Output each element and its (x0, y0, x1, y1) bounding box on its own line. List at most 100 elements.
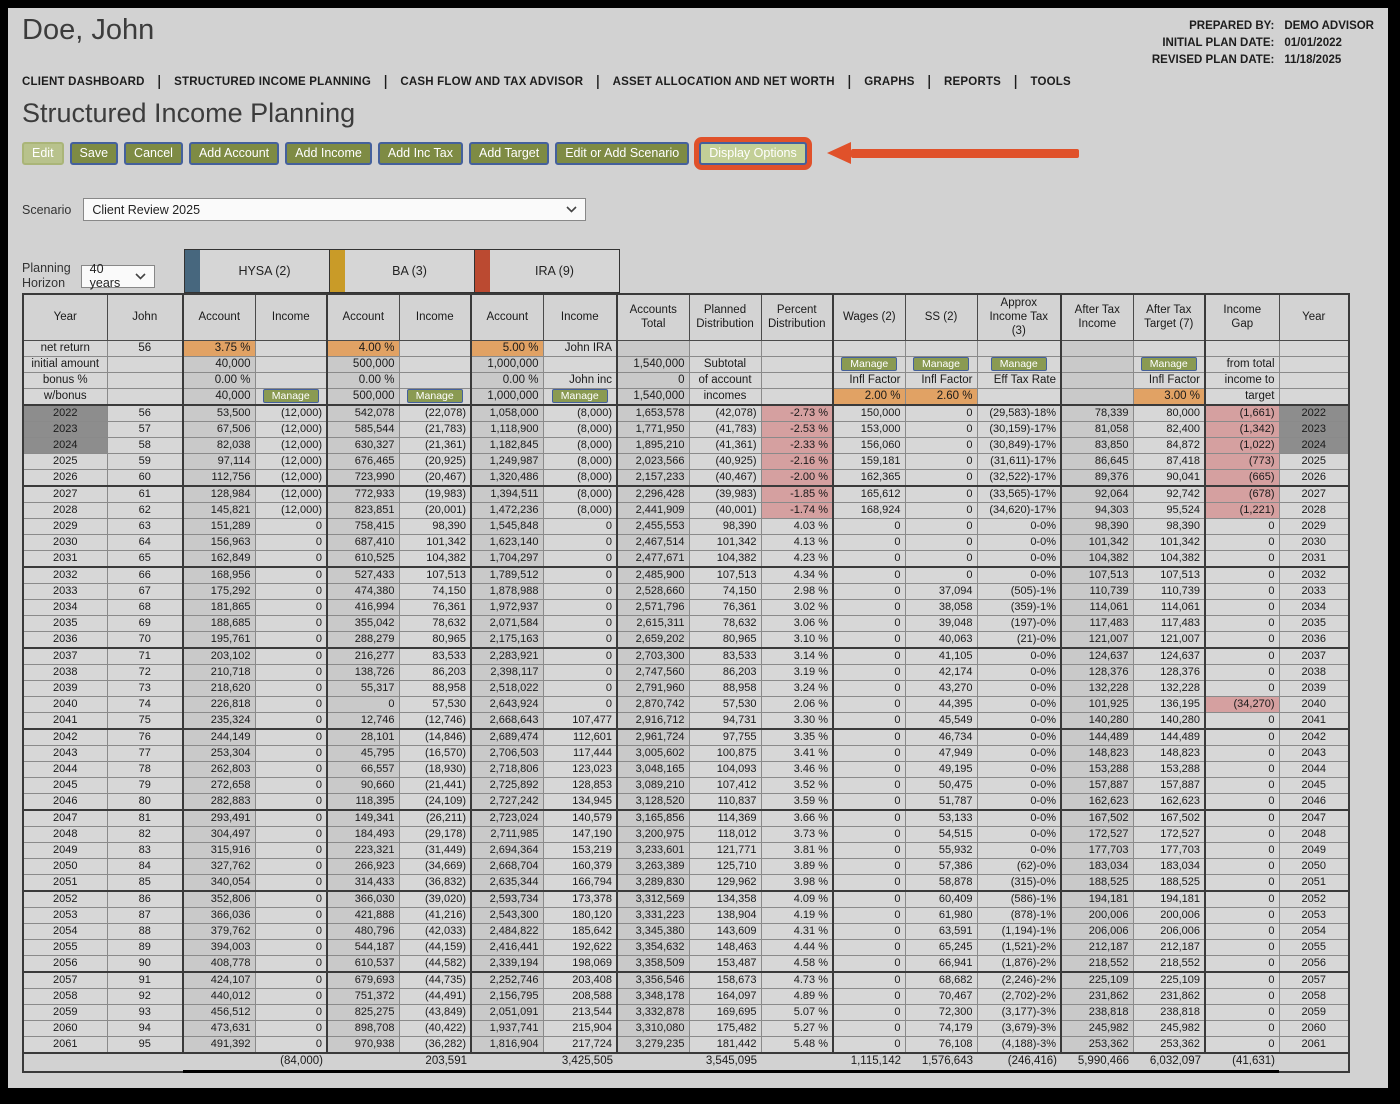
cell: 147,190 (542, 825, 618, 843)
cell: 206,006 (1060, 922, 1134, 940)
cell: 0 (832, 857, 906, 875)
cell: (39,020) (398, 890, 472, 908)
total-cell: 3,425,505 (543, 1051, 617, 1073)
cell: 0 (542, 630, 618, 649)
column-header: Year (22, 293, 108, 341)
cell: (41,216) (398, 906, 472, 924)
manage-button[interactable]: Manage (913, 357, 969, 371)
nav-item-tools[interactable]: TOOLS (1030, 76, 1070, 88)
cell: 110,739 (1060, 582, 1134, 600)
cell: initial amount (22, 355, 108, 373)
cell: 188,525 (1132, 873, 1206, 892)
cell: 2061 (1278, 1035, 1350, 1054)
nav-separator: | (1014, 74, 1018, 90)
cell: 2027 (22, 485, 108, 503)
cell: 1,623,140 (470, 533, 544, 551)
nav-item-cash-flow-and-tax-advisor[interactable]: CASH FLOW AND TAX ADVISOR (400, 76, 583, 88)
chevron-down-icon (135, 272, 146, 280)
add-account-button[interactable]: Add Account (188, 141, 280, 165)
cell: 167,502 (1060, 809, 1134, 827)
cell: 2052 (22, 890, 108, 908)
cell: 198,069 (542, 954, 618, 973)
cell: (29,178) (398, 825, 472, 843)
cell: 2056 (22, 954, 108, 973)
year-row-2051: 2051 85 340,054 0 314,433 (36,832) 2,635,344 16… (22, 873, 1350, 892)
cell: (44,582) (398, 954, 472, 973)
total-cell (327, 1051, 399, 1073)
manage-button[interactable]: Manage (841, 357, 898, 371)
manage-button[interactable]: Manage (406, 388, 463, 403)
cell: income to (1204, 371, 1280, 389)
manage-button[interactable]: Manage (990, 357, 1047, 371)
nav-item-client-dashboard[interactable]: CLIENT DASHBOARD (22, 76, 145, 88)
year-row-2028: 2028 62 145,821 (12,000) 823,851 (20,001) 1,47… (22, 501, 1350, 519)
manage-button[interactable]: Manage (1140, 357, 1197, 371)
cell: 78 (106, 760, 184, 778)
planning-horizon-select[interactable]: 40 years (80, 262, 155, 290)
cell: 162,623 (1060, 792, 1134, 811)
manage-button[interactable]: Manage (551, 388, 608, 403)
cell: 3.81 % (760, 841, 834, 859)
cell: 90,041 (1132, 468, 1206, 487)
cell: 0 (904, 468, 978, 487)
cell: 0 (616, 371, 690, 389)
cell: 2,615,311 (616, 614, 690, 632)
cell: 2043 (22, 744, 108, 762)
cell: 97,755 (688, 728, 762, 746)
edit-button[interactable]: Edit (22, 141, 64, 165)
cell: 0 (832, 1035, 906, 1054)
add-income-button[interactable]: Add Income (285, 141, 372, 165)
cell: (40,467) (688, 468, 762, 487)
scenario-select[interactable]: Client Review 2025 (83, 198, 587, 221)
cell: 72 (106, 663, 184, 681)
cell: 0 (254, 971, 328, 989)
cell: 134,945 (542, 792, 618, 811)
cell: 0 (832, 549, 906, 568)
cell: 480,796 (326, 922, 400, 940)
cell: 314,433 (326, 873, 400, 892)
cancel-button[interactable]: Cancel (124, 141, 183, 165)
cell: 0 (1204, 582, 1280, 600)
cell (1278, 339, 1350, 357)
nav-item-graphs[interactable]: GRAPHS (864, 76, 914, 88)
cell: 0 (832, 825, 906, 843)
nav-item-structured-income-planning[interactable]: STRUCTURED INCOME PLANNING (174, 76, 371, 88)
edit-or-add-scenario-button[interactable]: Edit or Add Scenario (555, 141, 690, 165)
cell: 366,030 (326, 890, 400, 908)
column-header: Approx Income Tax (3) (976, 293, 1062, 341)
cell: 253,304 (182, 744, 256, 762)
column-header: Percent Distribution (760, 293, 834, 341)
add-inc-tax-button[interactable]: Add Inc Tax (377, 141, 463, 165)
cell: 2046 (1278, 792, 1350, 811)
cell: 75 (106, 711, 184, 730)
cell: 2,643,924 (470, 695, 544, 713)
cell (688, 339, 762, 357)
cell: 0 (1204, 938, 1280, 956)
nav-item-asset-allocation-and-net-worth[interactable]: ASSET ALLOCATION AND NET WORTH (613, 76, 835, 88)
cell: 81,058 (1060, 420, 1134, 438)
manage-button[interactable]: Manage (262, 388, 319, 403)
cell: 0 (1204, 549, 1280, 568)
cell: 91 (106, 971, 184, 989)
cell: 98,390 (398, 517, 472, 535)
save-button[interactable]: Save (69, 141, 119, 165)
cell: net return (22, 339, 108, 357)
cell: 112,756 (182, 468, 256, 487)
year-row-2061: 2061 95 491,392 0 970,938 (36,282) 1,816,904 21… (22, 1035, 1350, 1054)
cell: Subtotal (688, 355, 762, 373)
display-options-button[interactable]: Display Options (699, 141, 807, 165)
nav-item-reports[interactable]: REPORTS (944, 76, 1001, 88)
year-row-2058: 2058 92 440,012 0 751,372 (44,491) 2,156,795 20… (22, 987, 1350, 1005)
cell: 0 (542, 549, 618, 568)
callout-arrow (826, 142, 1079, 164)
cell (398, 371, 472, 389)
cell: 177,703 (1132, 841, 1206, 859)
column-header-row: Year John Account Income Account Income Accoun… (22, 293, 1350, 341)
cell: 2031 (22, 549, 108, 568)
cell: (30,849)-17% (976, 436, 1062, 454)
cell: 0 (1204, 760, 1280, 778)
year-row-2033: 2033 67 175,292 0 474,380 74,150 1,878,988 0 2,5… (22, 582, 1350, 600)
cell: (586)-1% (976, 890, 1062, 908)
cell: 1,895,210 (616, 436, 690, 454)
add-target-button[interactable]: Add Target (468, 141, 550, 165)
